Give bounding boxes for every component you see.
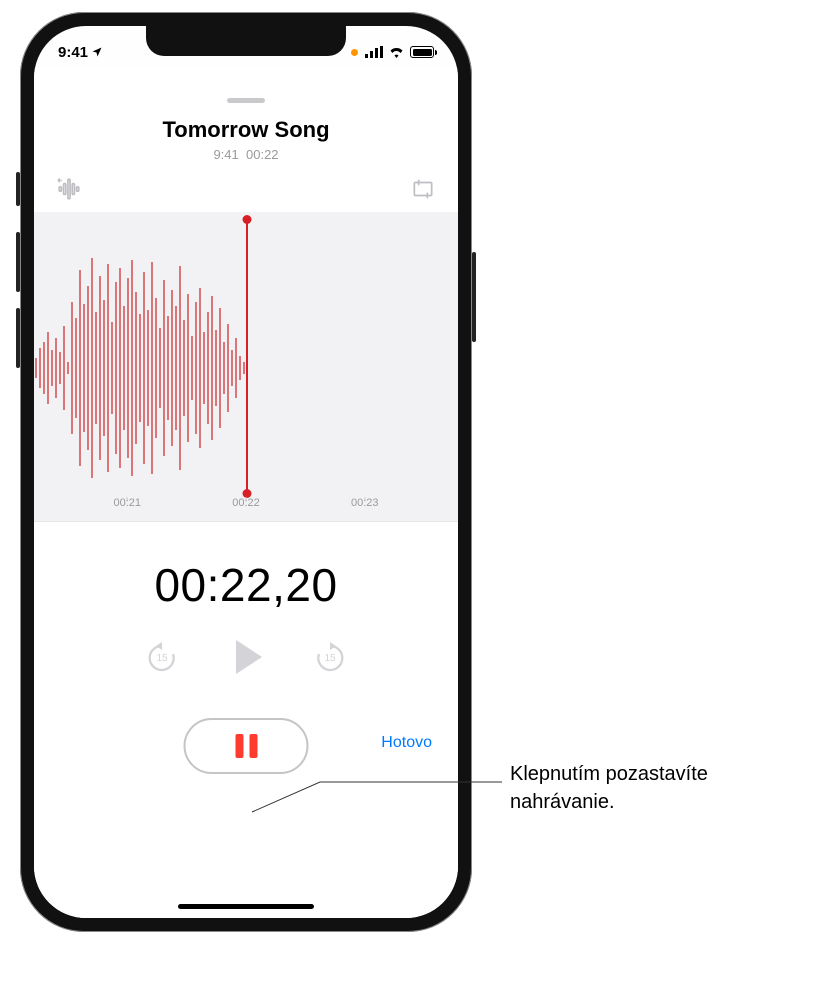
mute-switch — [16, 172, 20, 206]
tick-label: 00:22 — [232, 497, 260, 509]
home-indicator[interactable] — [178, 904, 314, 909]
sheet-grabber[interactable] — [227, 98, 265, 103]
waveform-graph — [34, 242, 246, 494]
enhance-icon[interactable] — [56, 176, 82, 202]
pause-icon — [235, 734, 257, 758]
playhead[interactable] — [246, 220, 248, 493]
pause-record-button[interactable] — [184, 718, 309, 774]
svg-text:15: 15 — [156, 653, 168, 664]
phone-frame: 9:41 Tomorrow Song 9:41 00:22 — [20, 12, 472, 932]
recording-indicator-dot — [351, 49, 358, 56]
status-time: 9:41 — [58, 44, 88, 61]
time-ruler: 00:21 00:22 00:23 — [34, 497, 458, 521]
play-button[interactable] — [230, 640, 262, 674]
recording-meta: 9:41 00:22 — [34, 147, 458, 162]
play-icon — [236, 640, 262, 674]
cellular-icon — [365, 46, 383, 58]
wifi-icon — [388, 46, 405, 58]
app-content: Tomorrow Song 9:41 00:22 — [34, 68, 458, 918]
volume-up-button — [16, 232, 20, 292]
recording-sheet: Tomorrow Song 9:41 00:22 — [34, 88, 458, 918]
power-button — [472, 252, 476, 342]
volume-down-button — [16, 308, 20, 368]
notch — [146, 26, 346, 56]
waveform[interactable]: 00:21 00:22 00:23 — [34, 212, 458, 522]
screen: 9:41 Tomorrow Song 9:41 00:22 — [34, 26, 458, 918]
tick-label: 00:21 — [114, 497, 142, 509]
svg-text:15: 15 — [324, 653, 336, 664]
done-button[interactable]: Hotovo — [381, 734, 432, 752]
battery-icon — [410, 46, 434, 58]
recording-title: Tomorrow Song — [34, 117, 458, 143]
skip-back-15-button[interactable]: 15 — [146, 641, 178, 673]
transport-controls: 15 15 — [34, 640, 458, 674]
skip-forward-15-button[interactable]: 15 — [314, 641, 346, 673]
elapsed-time: 00:22,20 — [34, 558, 458, 612]
callout-text: Klepnutím pozastavíte nahrávanie. — [510, 760, 810, 816]
location-arrow-icon — [91, 46, 103, 58]
tick-label: 00:23 — [351, 497, 379, 509]
trim-icon[interactable] — [410, 176, 436, 202]
